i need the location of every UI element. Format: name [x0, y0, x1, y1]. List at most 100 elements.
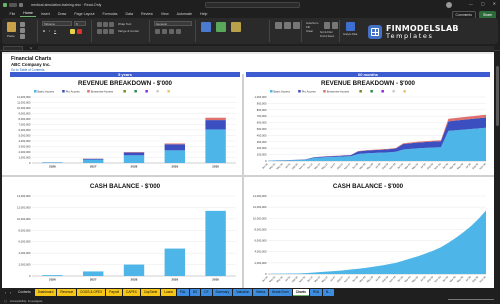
band-60-months: 60 months [246, 72, 490, 77]
cut-icon[interactable] [20, 22, 25, 27]
vertical-scrollbar[interactable] [494, 52, 500, 288]
italic-button[interactable]: I [49, 29, 50, 33]
tab-insert[interactable]: Insert [37, 11, 53, 17]
fx-icon[interactable]: fx [30, 46, 32, 50]
tab-formulas[interactable]: Formulas [99, 11, 121, 17]
tab-draw[interactable]: Draw [54, 11, 69, 17]
scrollbar-thumb[interactable] [495, 66, 499, 126]
align-top-icon[interactable] [97, 22, 102, 27]
sheet-tab[interactable]: Payroll [106, 289, 123, 296]
comma-icon[interactable] [169, 29, 174, 34]
clear-button[interactable]: Clear [306, 29, 313, 33]
legend-swatch [87, 90, 90, 93]
sheet-tab[interactable]: Ratios [253, 289, 269, 296]
sheet-tab[interactable]: Charts [292, 289, 309, 296]
sheet-tab[interactable]: Valuation [233, 289, 253, 296]
sheet-tab[interactable]: P&L [177, 289, 190, 296]
x-tick-label: Jan-27 [307, 275, 315, 283]
legend-swatch-empty [359, 90, 362, 93]
sheet-tab[interactable]: Loans [161, 289, 176, 296]
sheet-tab[interactable]: Break Even [269, 289, 292, 296]
sheet-tab[interactable]: RVA [309, 289, 323, 296]
accessibility-status[interactable]: Accessibility: Investigate [10, 299, 43, 303]
name-box[interactable] [3, 45, 23, 51]
wrap-text-button[interactable]: Wrap Text [118, 22, 131, 26]
align-right-icon[interactable] [109, 29, 114, 34]
tab-page-layout[interactable]: Page Layout [71, 11, 98, 17]
x-tick-label: Nov-26 [299, 162, 307, 170]
percent-icon[interactable] [162, 29, 167, 34]
toc-link[interactable]: Go to Table of Contents [11, 68, 44, 72]
paste-icon[interactable] [7, 22, 16, 32]
align-center-icon[interactable] [103, 29, 108, 34]
align-middle-icon[interactable] [103, 22, 108, 27]
search-box[interactable] [205, 1, 300, 8]
tab-view[interactable]: View [157, 11, 172, 17]
sheet-tab[interactable]: Dashboard [34, 289, 57, 296]
format-as-table-icon[interactable] [216, 22, 226, 32]
sheet-tab[interactable]: CAPEX [123, 289, 140, 296]
sheet-tab[interactable]: Revenue [57, 289, 77, 296]
align-left-icon[interactable] [97, 29, 102, 34]
brand-logo: FINMODELSLAB Templates [368, 22, 490, 42]
tab-automate[interactable]: Automate [173, 11, 195, 17]
sheet-tab[interactable]: CapTable [140, 289, 161, 296]
format-cells-icon[interactable] [293, 22, 300, 29]
y-tick-label: 6,000,000 [19, 128, 31, 132]
sheet-tab[interactable]: BS [190, 289, 201, 296]
align-bottom-icon[interactable] [109, 22, 114, 27]
analyze-data-label: Analyze Data [343, 33, 358, 36]
ready-icon: ▢ [4, 298, 7, 303]
underline-button[interactable]: U [54, 29, 56, 33]
sheet-tab[interactable]: Summary [212, 289, 233, 296]
tab-help[interactable]: Help [196, 11, 210, 17]
next-sheet-icon[interactable]: › [8, 290, 13, 295]
maximize-button[interactable]: ▢ [481, 1, 485, 6]
paste-label: Paste [7, 34, 15, 38]
close-button[interactable]: ✕ [493, 1, 496, 6]
x-tick-label: Sep-26 [291, 275, 299, 283]
tab-file[interactable]: File [6, 11, 19, 17]
copy-icon[interactable] [20, 28, 25, 33]
y-tick-label: 11,000,000 [17, 101, 31, 105]
sheet-tab[interactable]: Contents [15, 289, 34, 296]
y-tick-label: 1,000,000 [19, 156, 31, 160]
autosave-toggle[interactable] [9, 2, 17, 7]
fill-color-icon[interactable] [70, 29, 75, 34]
bold-button[interactable]: B [43, 29, 45, 33]
worksheet[interactable]: Financial Charts ABC Company Inc. Go to … [2, 52, 494, 288]
format-painter-icon[interactable] [20, 34, 25, 39]
font-color-icon[interactable] [77, 29, 82, 34]
conditional-formatting-icon[interactable] [201, 22, 211, 32]
analyze-data-icon[interactable] [346, 22, 355, 31]
font-size-value: 8 [76, 21, 78, 26]
x-tick-label: Sep-28 [381, 162, 389, 170]
number-group: General [152, 20, 196, 42]
sheet-tab[interactable]: B... [323, 289, 334, 296]
sort-filter-icon[interactable] [324, 22, 330, 29]
y-tick-label: 10,000,000 [253, 216, 267, 220]
increase-decimal-icon[interactable] [176, 29, 181, 34]
sheet-tab[interactable]: COGS & OPEX [77, 289, 106, 296]
tab-home[interactable]: Home [19, 10, 37, 17]
bar [42, 162, 63, 163]
y-tick-label: 100,000 [257, 153, 267, 157]
chart-panel-cash-monthly: CASH BALANCE - $'000 0 2,000,000 4,000,000… [246, 179, 490, 286]
currency-icon[interactable] [155, 29, 160, 34]
find-select-icon[interactable] [332, 22, 338, 29]
cell-styles-icon[interactable] [231, 22, 241, 32]
insert-cells-icon[interactable] [275, 22, 282, 29]
save-icon[interactable] [19, 2, 23, 7]
avatar[interactable] [446, 1, 452, 8]
tab-review[interactable]: Review [138, 11, 157, 17]
bar [164, 143, 185, 145]
sheet-tab[interactable]: CF [201, 289, 212, 296]
formula-input[interactable] [38, 45, 494, 51]
zoom-slider[interactable] [448, 298, 494, 302]
bar [205, 120, 226, 130]
tab-data[interactable]: Data [122, 11, 137, 17]
legend-swatch [34, 90, 37, 93]
merge-center-button[interactable]: Merge & Center [118, 29, 139, 33]
delete-cells-icon[interactable] [284, 22, 291, 29]
minimize-button[interactable]: — [469, 1, 473, 6]
